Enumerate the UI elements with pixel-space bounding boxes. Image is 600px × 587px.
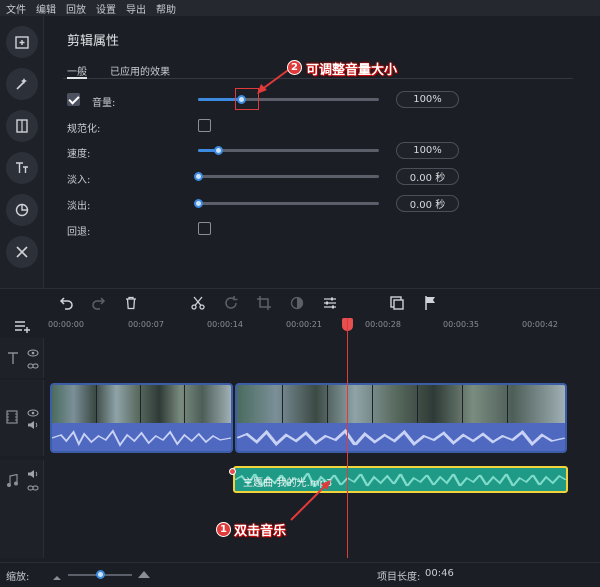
tab-general[interactable]: 一般 — [67, 63, 87, 78]
video-thumbnails — [52, 385, 231, 423]
tick-label: 00:00:00 — [48, 320, 84, 329]
menu-bar: 文件 编辑 回放 设置 导出 帮助 — [0, 0, 600, 16]
menu-playback[interactable]: 回放 — [66, 1, 86, 16]
sticker-icon[interactable] — [6, 194, 38, 226]
video-audio-waveform — [237, 423, 565, 451]
audio-clip[interactable]: 主题曲-我的光.mp3 — [233, 466, 568, 493]
zoom-in-icon[interactable] — [137, 569, 151, 582]
annotation-number-2: 2 — [287, 60, 302, 75]
text-track-header — [0, 338, 44, 378]
fade-in-label: 淡入: — [67, 175, 91, 186]
speed-slider[interactable] — [198, 146, 379, 155]
tab-divider — [63, 78, 573, 79]
tab-applied-effects[interactable]: 已应用的效果 — [110, 63, 170, 78]
tick-label: 00:00:42 — [522, 320, 558, 329]
volume-label: 音量: — [92, 98, 116, 109]
project-length-value: 00:46 — [425, 568, 454, 579]
audio-volume-handle[interactable] — [229, 468, 236, 475]
reverse-checkbox[interactable] — [198, 222, 211, 235]
zoom-label: 缩放: — [6, 572, 30, 583]
fade-in-slider-knob[interactable] — [194, 172, 203, 181]
annotation-text-double-click: 双击音乐 — [234, 524, 287, 539]
magic-wand-icon[interactable] — [6, 68, 38, 100]
tick-label: 00:00:28 — [365, 320, 401, 329]
delete-icon[interactable] — [122, 294, 140, 312]
playhead-line — [347, 318, 348, 558]
audio-track-header — [0, 460, 44, 558]
video-track-icon — [6, 410, 18, 427]
text-track[interactable] — [0, 338, 600, 378]
text-icon[interactable] — [6, 152, 38, 184]
menu-help[interactable]: 帮助 — [156, 1, 176, 16]
video-audio-waveform — [52, 423, 231, 451]
fade-in-value[interactable]: 0.00 秒 — [396, 168, 459, 185]
annotation-text-volume: 可调整音量大小 — [306, 63, 398, 78]
zoom-out-icon[interactable] — [52, 571, 62, 584]
speed-label: 速度: — [67, 149, 91, 160]
eye-icon[interactable] — [27, 347, 39, 360]
fade-out-slider-knob[interactable] — [194, 199, 203, 208]
timeline-ruler[interactable]: 00:00:00 00:00:07 00:00:14 00:00:21 00:0… — [0, 316, 600, 336]
tick-label: 00:00:21 — [286, 320, 322, 329]
tick-label: 00:00:14 — [207, 320, 243, 329]
normalize-label: 规范化: — [67, 124, 101, 135]
fade-out-value[interactable]: 0.00 秒 — [396, 195, 459, 212]
panel-title: 剪辑属性 — [67, 34, 120, 49]
link-icon[interactable] — [27, 360, 39, 373]
tab-active-indicator — [67, 77, 87, 79]
volume-slider[interactable] — [198, 95, 379, 104]
color-icon[interactable] — [288, 294, 306, 312]
marker-icon[interactable] — [421, 294, 439, 312]
volume-value[interactable]: 100% — [396, 91, 459, 108]
eye-icon[interactable] — [27, 407, 39, 420]
tick-label: 00:00:35 — [443, 320, 479, 329]
project-length-label: 项目长度: — [377, 572, 421, 583]
left-sidebar — [0, 16, 44, 288]
annotation-arrow-bottom — [290, 480, 331, 521]
annotation-number-1: 1 — [216, 522, 231, 537]
menu-file[interactable]: 文件 — [6, 1, 26, 16]
link-icon[interactable] — [27, 482, 39, 495]
text-track-icon — [7, 351, 19, 368]
speaker-icon[interactable] — [27, 469, 39, 482]
rotate-icon[interactable] — [222, 294, 240, 312]
fade-in-slider[interactable] — [194, 172, 379, 181]
adjust-icon[interactable] — [321, 294, 339, 312]
fade-out-slider[interactable] — [194, 199, 379, 208]
add-track-icon[interactable] — [14, 318, 32, 337]
video-thumbnails — [237, 385, 565, 423]
tools-icon[interactable] — [6, 236, 38, 268]
tick-label: 00:00:07 — [128, 320, 164, 329]
transition-icon[interactable] — [6, 110, 38, 142]
cut-icon[interactable] — [189, 294, 207, 312]
menu-settings[interactable]: 设置 — [96, 1, 116, 16]
add-media-icon[interactable] — [6, 26, 38, 58]
status-bar: 缩放: 项目长度: 00:46 — [0, 562, 600, 587]
video-track-header — [0, 380, 44, 456]
music-note-icon — [6, 473, 18, 491]
zoom-slider-knob[interactable] — [96, 570, 105, 579]
normalize-checkbox[interactable] — [198, 119, 211, 132]
edit-toolbar — [0, 288, 600, 316]
speed-slider-knob[interactable] — [213, 146, 223, 155]
redo-icon[interactable] — [90, 294, 108, 312]
speed-value[interactable]: 100% — [396, 142, 459, 159]
menu-edit[interactable]: 编辑 — [36, 1, 56, 16]
speaker-icon[interactable] — [27, 420, 39, 433]
crop-icon[interactable] — [255, 294, 273, 312]
insert-icon[interactable] — [388, 294, 406, 312]
clip-properties-panel: 剪辑属性 一般 已应用的效果 音量: 100% 规范化: 速度: 100% 淡入… — [45, 16, 600, 288]
menu-export[interactable]: 导出 — [126, 1, 146, 16]
volume-checkbox[interactable] — [67, 93, 80, 106]
undo-icon[interactable] — [57, 294, 75, 312]
video-clip[interactable] — [50, 383, 233, 453]
fade-out-label: 淡出: — [67, 201, 91, 212]
video-clip[interactable] — [235, 383, 567, 453]
reverse-label: 回退: — [67, 227, 91, 238]
